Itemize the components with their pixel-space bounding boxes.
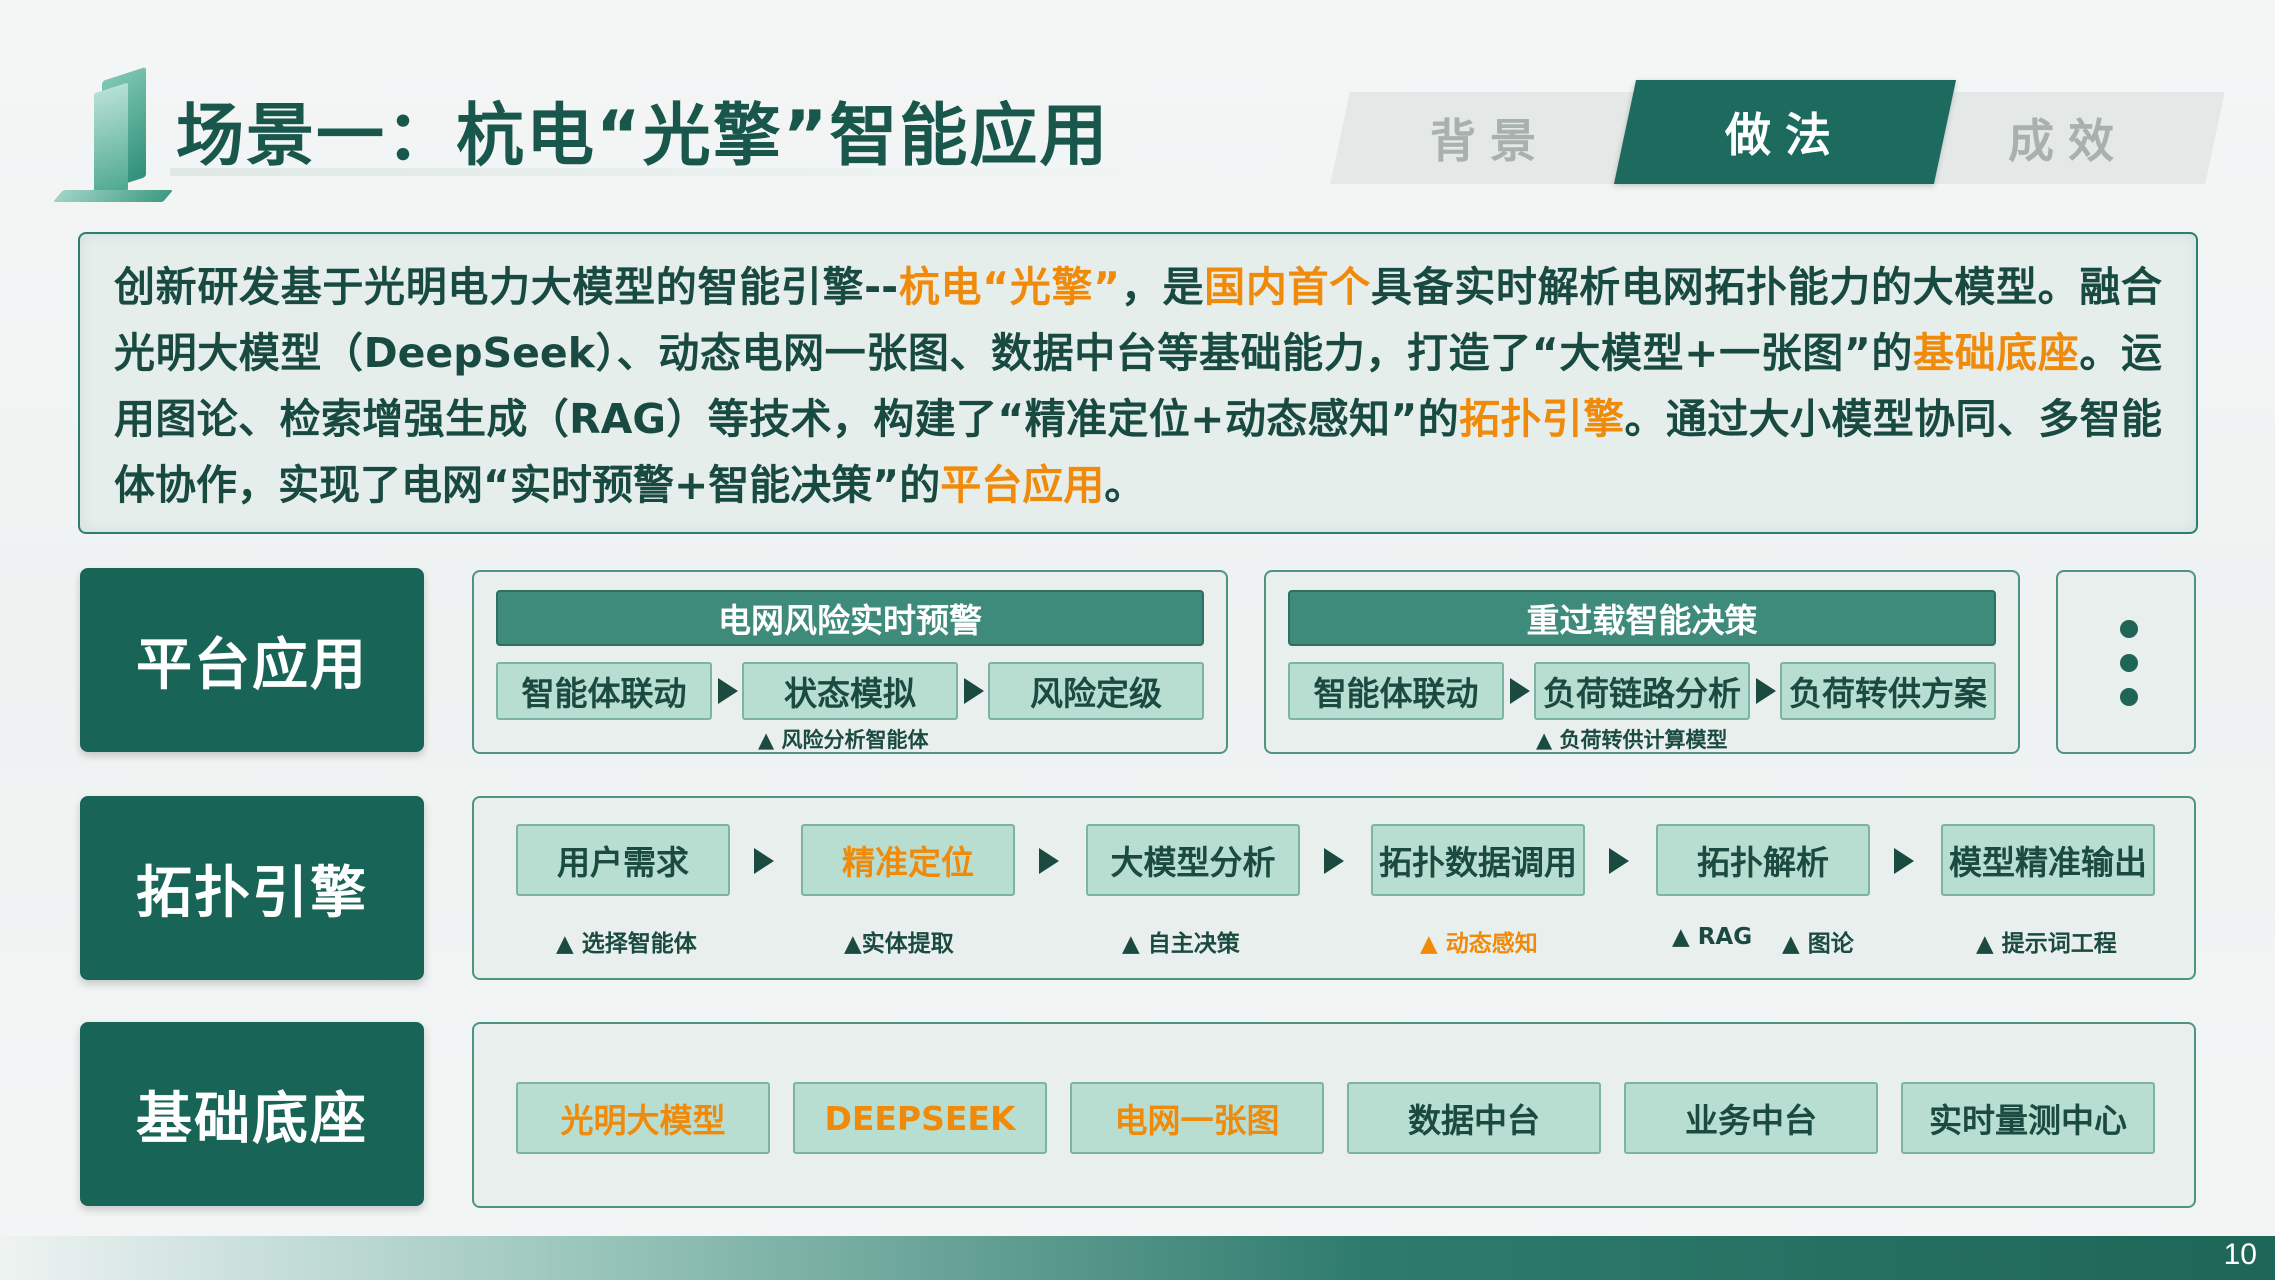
arrow-right-icon (754, 848, 774, 874)
engine-step: 拓扑解析 (1656, 824, 1870, 896)
intro-highlight: 国内首个 (1204, 263, 1371, 311)
intro-segment: 。 (1104, 461, 1146, 509)
card-title: 重过载智能决策 (1288, 590, 1996, 646)
page-title: 场景一：杭电“光擎”智能应用 (176, 97, 1110, 176)
engine-step: 精准定位 (801, 824, 1015, 896)
card-note: ▲ 风险分析智能体 (758, 728, 929, 752)
arrow-right-icon (1894, 848, 1914, 874)
more-dots-icon (2120, 620, 2138, 638)
logo-icon (52, 66, 178, 218)
engine-note: ▲实体提取 (844, 931, 954, 957)
more-options-card[interactable] (2056, 570, 2196, 754)
arrow-right-icon (1510, 678, 1530, 704)
engine-note: ▲ RAG (1672, 924, 1753, 950)
more-dots-icon (2120, 688, 2138, 706)
intro-text: 创新研发基于光明电力大模型的智能引擎--杭电“光擎”，是国内首个具备实时解析电网… (114, 254, 2162, 518)
intro-highlight: 杭电“光擎” (898, 263, 1121, 311)
tab-background[interactable]: 背景 (1330, 92, 1650, 184)
card-title: 电网风险实时预警 (496, 590, 1204, 646)
row-label-engine: 拓扑引擎 (80, 796, 424, 980)
engine-step: 拓扑数据调用 (1371, 824, 1585, 896)
engine-panel: 用户需求 精准定位 大模型分析 拓扑数据调用 拓扑解析 模型精准输出 ▲ 选择智… (472, 796, 2196, 980)
engine-note: ▲ 自主决策 (1122, 931, 1240, 957)
arrow-right-icon (718, 678, 738, 704)
base-item: DEEPSEEK (793, 1082, 1047, 1154)
intro-highlight: 基础底座 (1913, 329, 2080, 377)
section-tabs: 背景 成效 做法 (1330, 80, 2225, 186)
base-item: 光明大模型 (516, 1082, 770, 1154)
more-dots-icon (2120, 654, 2138, 672)
engine-step: 用户需求 (516, 824, 730, 896)
base-panel: 光明大模型 DEEPSEEK 电网一张图 数据中台 业务中台 实时量测中心 (472, 1022, 2196, 1208)
arrow-right-icon (1324, 848, 1344, 874)
platform-card-risk-warning: 电网风险实时预警 智能体联动 状态模拟 风险定级 ▲ 风险分析智能体 (472, 570, 1228, 754)
engine-step: 模型精准输出 (1941, 824, 2155, 896)
base-item: 数据中台 (1347, 1082, 1601, 1154)
tab-results[interactable]: 成效 (1910, 92, 2225, 184)
card-note: ▲ 负荷转供计算模型 (1536, 728, 1728, 752)
arrow-right-icon (964, 678, 984, 704)
card-step: 智能体联动 (496, 662, 712, 720)
intro-panel: 创新研发基于光明电力大模型的智能引擎--杭电“光擎”，是国内首个具备实时解析电网… (78, 232, 2198, 534)
row-label-platform: 平台应用 (80, 568, 424, 752)
card-step: 状态模拟 (742, 662, 958, 720)
base-item: 电网一张图 (1070, 1082, 1324, 1154)
intro-highlight: 拓扑引擎 (1459, 395, 1625, 443)
card-step: 智能体联动 (1288, 662, 1504, 720)
arrow-right-icon (1609, 848, 1629, 874)
engine-note: ▲ 图论 (1782, 931, 1854, 957)
card-step: 负荷转供方案 (1780, 662, 1996, 720)
intro-segment: ，是 (1120, 263, 1205, 311)
arrow-right-icon (1756, 678, 1776, 704)
engine-step: 大模型分析 (1086, 824, 1300, 896)
card-step: 负荷链路分析 (1534, 662, 1750, 720)
card-step: 风险定级 (988, 662, 1204, 720)
engine-note: ▲ 动态感知 (1420, 931, 1538, 957)
intro-highlight: 平台应用 (940, 461, 1105, 509)
base-item: 实时量测中心 (1901, 1082, 2155, 1154)
arrow-right-icon (1039, 848, 1059, 874)
platform-card-overload-decision: 重过载智能决策 智能体联动 负荷链路分析 负荷转供方案 ▲ 负荷转供计算模型 (1264, 570, 2020, 754)
tab-approach[interactable]: 做法 (1613, 80, 1957, 184)
engine-note: ▲ 选择智能体 (556, 931, 697, 957)
page-number: 10 (2223, 1238, 2257, 1271)
engine-note: ▲ 提示词工程 (1976, 931, 2117, 957)
row-label-base: 基础底座 (80, 1022, 424, 1206)
footer-bar (0, 1236, 2275, 1280)
base-item: 业务中台 (1624, 1082, 1878, 1154)
intro-segment: 创新研发基于光明电力大模型的智能引擎-- (114, 263, 899, 311)
